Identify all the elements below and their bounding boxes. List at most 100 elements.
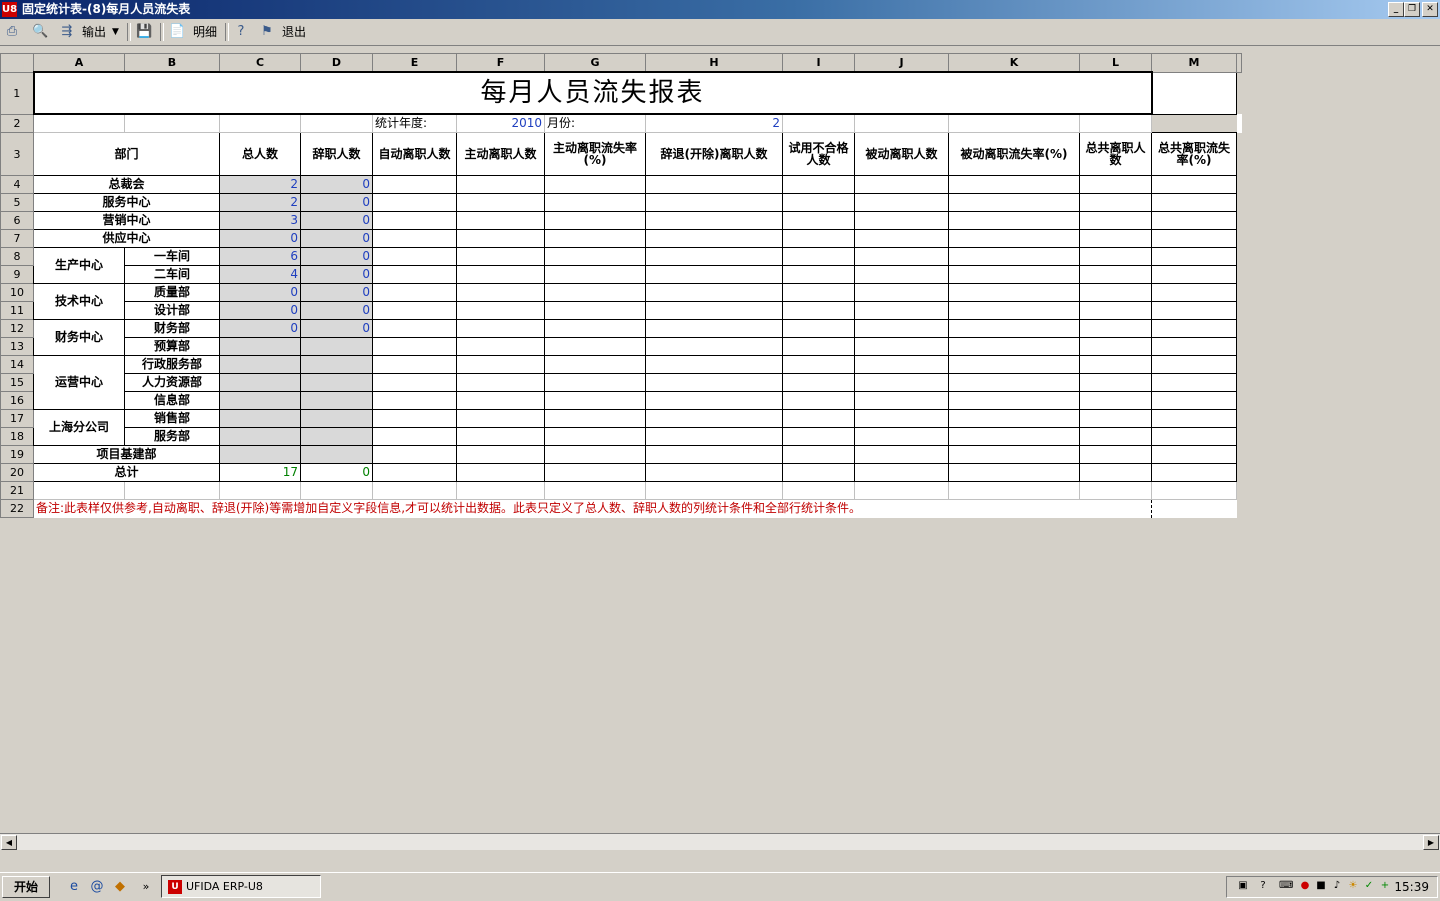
column-title-total[interactable]: 总人数 — [219, 132, 301, 176]
total-count[interactable]: 6 — [219, 247, 301, 266]
cell[interactable] — [645, 445, 783, 464]
cell[interactable] — [782, 427, 855, 446]
cell[interactable] — [782, 265, 855, 284]
cell[interactable] — [456, 283, 545, 302]
cell[interactable] — [544, 247, 646, 266]
resigned-count[interactable]: 0 — [300, 229, 373, 248]
column-header[interactable]: F — [456, 53, 545, 73]
cell[interactable] — [854, 355, 949, 374]
resigned-count[interactable]: 0 — [300, 319, 373, 338]
column-header[interactable]: G — [544, 53, 646, 73]
cell[interactable] — [1151, 229, 1237, 248]
cell[interactable] — [372, 265, 457, 284]
cell[interactable] — [372, 481, 457, 500]
row-header[interactable]: 4 — [0, 175, 34, 194]
column-title-total-rate[interactable]: 总共离职流失率(%) — [1151, 132, 1237, 176]
cell[interactable] — [1079, 283, 1152, 302]
network-icon[interactable]: ▣ — [1237, 880, 1249, 892]
column-title-dept[interactable]: 部门 — [33, 132, 220, 176]
cell[interactable] — [456, 445, 545, 464]
cell[interactable] — [1236, 72, 1242, 114]
total-count[interactable] — [219, 337, 301, 356]
cell[interactable] — [1236, 391, 1242, 410]
cell[interactable] — [854, 113, 949, 133]
cell[interactable] — [372, 175, 457, 194]
export-button[interactable]: 输出 — [82, 22, 106, 42]
cell[interactable] — [1151, 373, 1237, 392]
column-title-probation-fail[interactable]: 试用不合格人数 — [782, 132, 855, 176]
cell[interactable] — [1236, 175, 1242, 194]
cell[interactable] — [854, 391, 949, 410]
cell[interactable] — [1151, 337, 1237, 356]
cell[interactable] — [372, 445, 457, 464]
cell[interactable] — [948, 229, 1080, 248]
note-text[interactable]: 备注:此表样仅供参考,自动离职、辞退(开除)等需增加自定义字段信息,才可以统计出… — [34, 500, 1152, 518]
cell[interactable] — [33, 113, 125, 133]
cell[interactable] — [544, 391, 646, 410]
cell[interactable] — [1079, 337, 1152, 356]
sum-resigned[interactable]: 0 — [300, 463, 373, 482]
cell[interactable] — [456, 193, 545, 212]
column-title-dismissed[interactable]: 辞退(开除)离职人数 — [645, 132, 783, 176]
cell[interactable] — [645, 355, 783, 374]
row-header[interactable]: 14 — [0, 355, 34, 374]
cell[interactable] — [1151, 283, 1237, 302]
cell[interactable] — [456, 301, 545, 320]
cell[interactable] — [372, 247, 457, 266]
resigned-count[interactable]: 0 — [300, 283, 373, 302]
total-count[interactable]: 2 — [219, 175, 301, 194]
cell[interactable] — [544, 301, 646, 320]
security-icon[interactable]: ✓ — [1363, 880, 1375, 892]
keyboard-icon[interactable]: ⌨ — [1279, 880, 1293, 892]
cell[interactable] — [372, 229, 457, 248]
cell[interactable] — [544, 265, 646, 284]
cell[interactable] — [372, 463, 457, 482]
help-icon[interactable]: ? — [233, 24, 249, 40]
cell[interactable] — [645, 409, 783, 428]
dept-name[interactable]: 项目基建部 — [33, 445, 220, 464]
row-header[interactable]: 7 — [0, 229, 34, 248]
minimize-button[interactable]: _ — [1388, 2, 1404, 17]
sub-dept-name[interactable]: 预算部 — [124, 337, 220, 356]
resigned-count[interactable] — [300, 391, 373, 410]
column-title-resigned[interactable]: 辞职人数 — [300, 132, 373, 176]
dept-group[interactable]: 生产中心 — [33, 247, 125, 284]
start-button[interactable]: 开始 — [2, 876, 50, 898]
cell[interactable] — [372, 355, 457, 374]
cell[interactable] — [1151, 391, 1237, 410]
cell[interactable] — [544, 481, 646, 500]
cell[interactable] — [854, 445, 949, 464]
cell[interactable] — [124, 113, 220, 133]
cell[interactable] — [544, 229, 646, 248]
cell[interactable] — [854, 319, 949, 338]
resigned-count[interactable] — [300, 409, 373, 428]
ie-icon[interactable]: e — [66, 879, 82, 895]
help-tray-icon[interactable]: ? — [1257, 880, 1269, 892]
cell[interactable] — [1151, 211, 1237, 230]
row-header[interactable]: 18 — [0, 427, 34, 446]
row-header[interactable]: 15 — [0, 373, 34, 392]
exit-icon[interactable]: ⚑ — [259, 24, 275, 40]
cell[interactable] — [948, 265, 1080, 284]
scroll-left-icon[interactable]: ◀ — [1, 835, 17, 850]
cell[interactable] — [854, 175, 949, 194]
column-header[interactable]: I — [782, 53, 855, 73]
row-header[interactable]: 22 — [0, 499, 34, 518]
cell[interactable] — [1079, 481, 1152, 500]
cell[interactable] — [300, 113, 373, 133]
dept-name[interactable]: 供应中心 — [33, 229, 220, 248]
save-icon[interactable]: 💾 — [136, 24, 152, 40]
cell[interactable] — [1151, 409, 1237, 428]
outlook-icon[interactable]: @ — [89, 879, 105, 895]
row-header[interactable]: 16 — [0, 391, 34, 410]
cell[interactable] — [1151, 175, 1237, 194]
cell[interactable] — [1079, 391, 1152, 410]
total-count[interactable]: 0 — [219, 283, 301, 302]
cell[interactable] — [782, 463, 855, 482]
column-title-passive-leave[interactable]: 被动离职人数 — [854, 132, 949, 176]
cell[interactable] — [645, 247, 783, 266]
resigned-count[interactable]: 0 — [300, 175, 373, 194]
row-header[interactable]: 21 — [0, 481, 34, 500]
row-header[interactable]: 1 — [0, 71, 34, 115]
cell[interactable] — [1151, 319, 1237, 338]
